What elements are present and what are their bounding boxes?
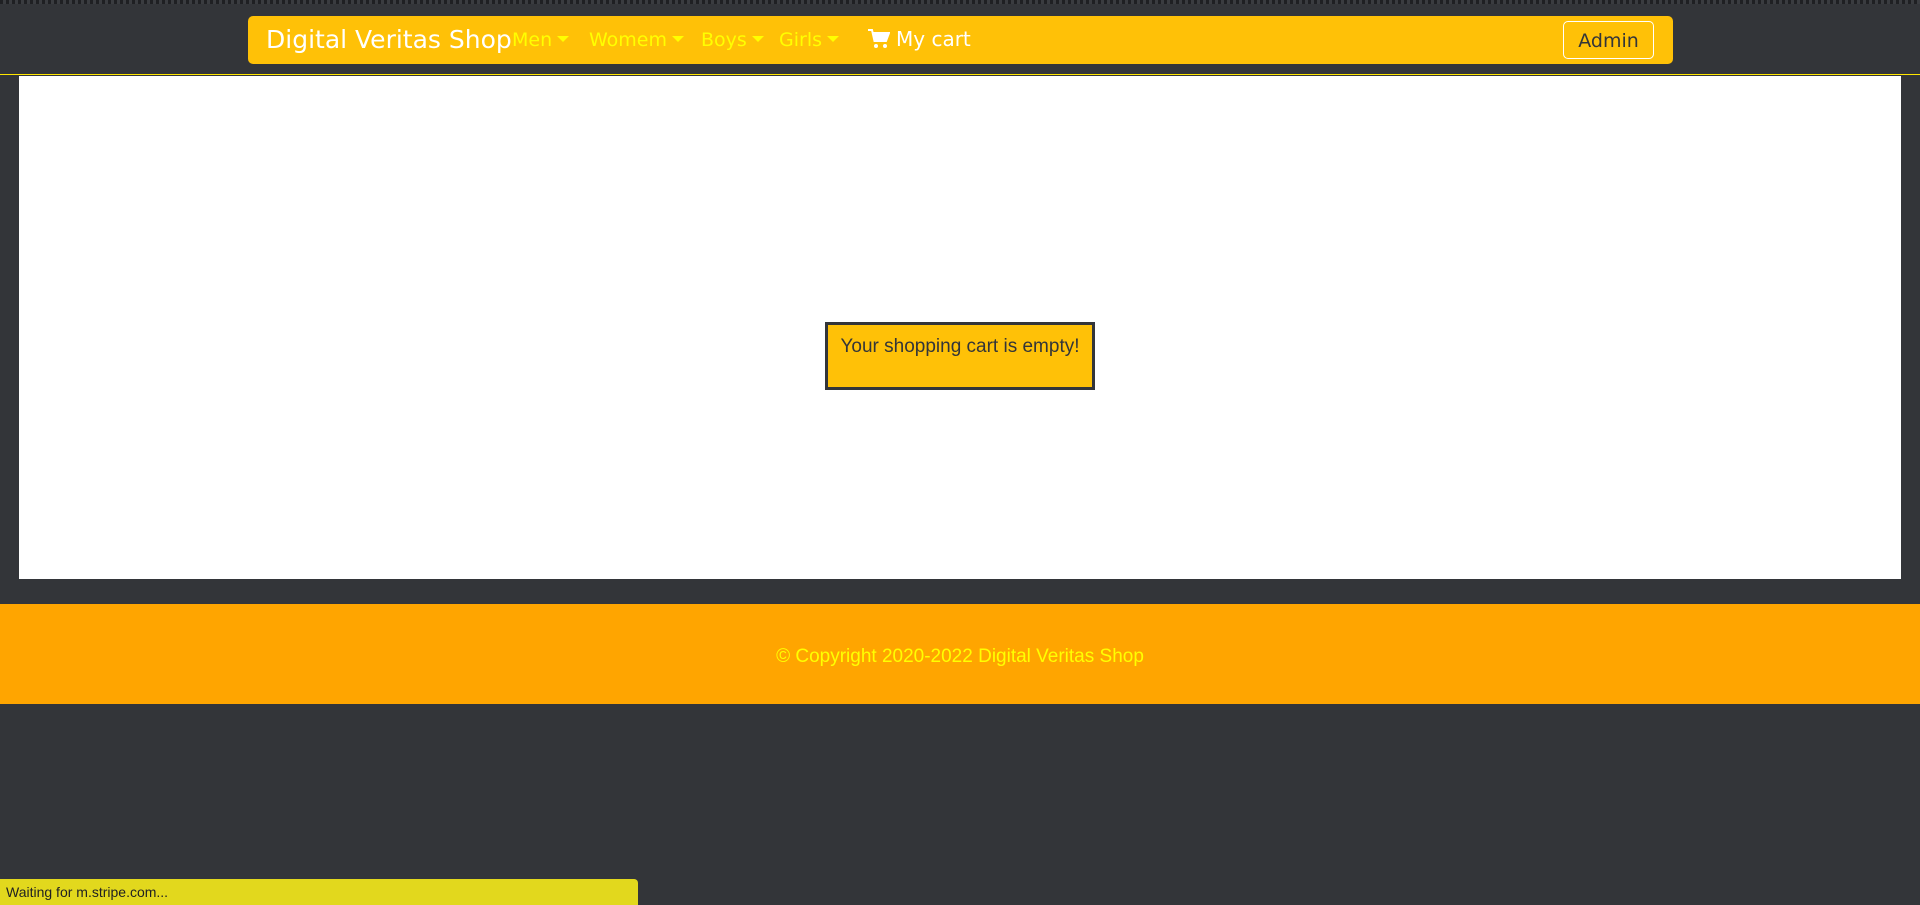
admin-button[interactable]: Admin: [1563, 21, 1654, 59]
nav-dropdown-women-label: Womem: [589, 29, 668, 51]
brand-link[interactable]: Digital Veritas Shop: [266, 25, 512, 54]
nav-dropdown-women[interactable]: Womem: [589, 29, 685, 51]
caret-down-icon: [557, 36, 570, 42]
shopping-cart-icon: [868, 29, 891, 54]
nav-dropdown-boys[interactable]: Boys: [701, 29, 764, 51]
caret-down-icon: [751, 36, 764, 42]
navbar-divider: [0, 74, 1920, 75]
navbar: Digital Veritas Shop Men Womem Boys Girl…: [248, 16, 1673, 64]
browser-status-bar: Waiting for m.stripe.com...: [0, 879, 638, 905]
nav-dropdown-girls[interactable]: Girls: [779, 29, 839, 51]
my-cart-link[interactable]: My cart: [868, 27, 971, 54]
footer: © Copyright 2020-2022 Digital Veritas Sh…: [0, 604, 1920, 704]
empty-cart-message: Your shopping cart is empty!: [825, 322, 1095, 390]
main-content: Your shopping cart is empty!: [19, 76, 1901, 579]
my-cart-label: My cart: [896, 27, 971, 51]
nav-dropdown-men-label: Men: [512, 29, 553, 51]
top-stripe: [0, 0, 1920, 4]
page: Digital Veritas Shop Men Womem Boys Girl…: [0, 0, 1920, 905]
nav-dropdown-boys-label: Boys: [701, 29, 747, 51]
caret-down-icon: [672, 36, 685, 42]
nav-dropdown-men[interactable]: Men: [512, 29, 570, 51]
copyright-text: © Copyright 2020-2022 Digital Veritas Sh…: [776, 646, 1144, 667]
nav-dropdown-girls-label: Girls: [779, 29, 822, 51]
caret-down-icon: [827, 36, 839, 42]
